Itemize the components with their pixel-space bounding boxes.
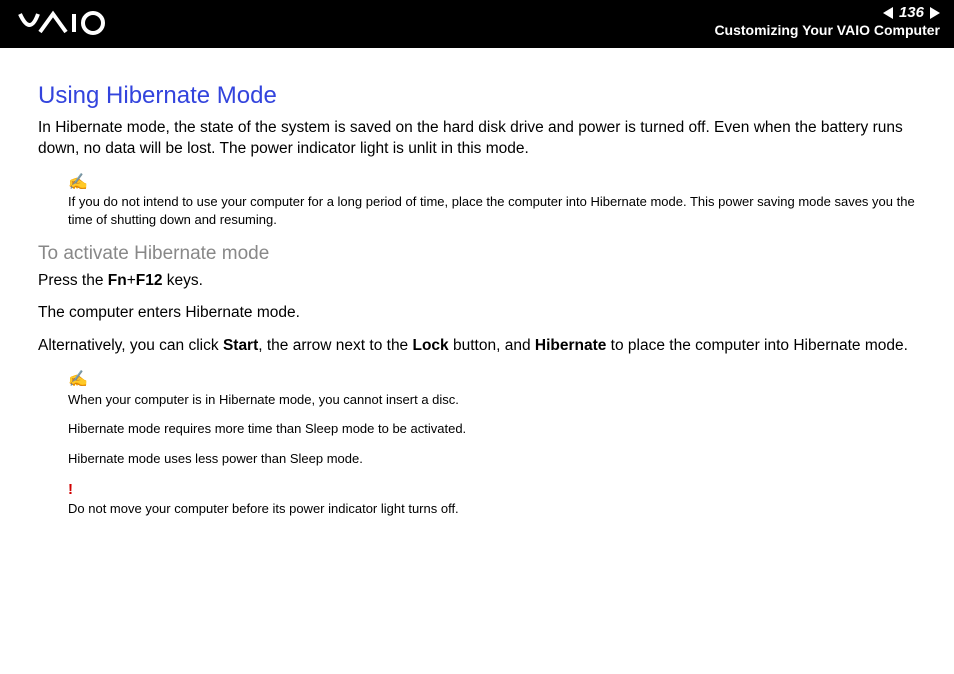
header-bar: 136 Customizing Your VAIO Computer [0, 0, 954, 48]
page-number: 136 [899, 4, 924, 21]
alternative-line: Alternatively, you can click Start, the … [38, 336, 916, 357]
nav-prev-icon[interactable] [883, 7, 893, 19]
press-keys-line: Press the Fn+F12 keys. [38, 271, 916, 292]
note-icon: ✍ [68, 172, 916, 194]
intro-paragraph: In Hibernate mode, the state of the syst… [38, 118, 916, 160]
subheading: To activate Hibernate mode [38, 243, 916, 265]
page-nav: 136 [714, 4, 940, 21]
note-text: When your computer is in Hibernate mode,… [68, 391, 916, 409]
warning-icon: ! [68, 480, 916, 500]
note-text: Hibernate mode uses less power than Slee… [68, 450, 916, 468]
note-text: Hibernate mode requires more time than S… [68, 420, 916, 438]
content-area: Using Hibernate Mode In Hibernate mode, … [0, 48, 954, 517]
note-block-2: ✍ When your computer is in Hibernate mod… [68, 369, 916, 517]
enters-line: The computer enters Hibernate mode. [38, 303, 916, 324]
note-text: If you do not intend to use your compute… [68, 194, 915, 227]
breadcrumb: Customizing Your VAIO Computer [714, 22, 940, 38]
warning-text: Do not move your computer before its pow… [68, 501, 459, 516]
vaio-logo [18, 8, 138, 43]
note-icon: ✍ [68, 369, 916, 391]
note-block-1: ✍ If you do not intend to use your compu… [68, 172, 916, 229]
page-title: Using Hibernate Mode [38, 82, 916, 110]
nav-next-icon[interactable] [930, 7, 940, 19]
